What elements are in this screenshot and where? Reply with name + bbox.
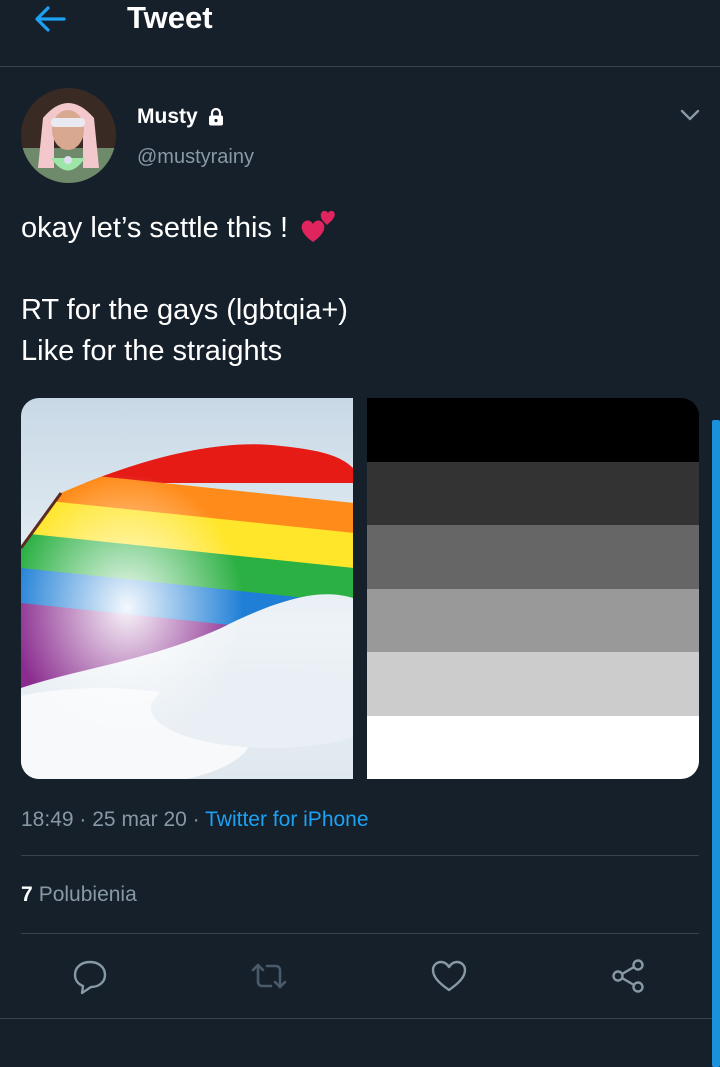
tweet-source-link[interactable]: Twitter for iPhone bbox=[205, 808, 368, 831]
rainbow-flag-image[interactable] bbox=[21, 398, 353, 779]
tweet-time: 18:49 bbox=[21, 808, 74, 831]
tweet-media bbox=[21, 398, 699, 779]
user-handle[interactable]: @mustyrainy bbox=[137, 146, 254, 169]
tweet-line: Like for the straights bbox=[21, 335, 283, 367]
two-hearts-emoji bbox=[301, 210, 335, 242]
tweet-line-text: okay let’s settle this ! bbox=[21, 212, 289, 244]
tweet-timestamp: 18:49 · 25 mar 20 · Twitter for iPhone bbox=[21, 808, 369, 831]
scrollbar[interactable] bbox=[712, 420, 720, 1067]
straight-flag-image[interactable] bbox=[367, 398, 699, 779]
divider bbox=[0, 1018, 720, 1019]
avatar[interactable] bbox=[21, 88, 116, 183]
lock-icon bbox=[208, 107, 223, 126]
display-name-row[interactable]: Musty bbox=[137, 104, 226, 130]
tweet-text: okay let’s settle this ! RT for the gays… bbox=[21, 208, 701, 372]
share-icon[interactable] bbox=[609, 956, 649, 996]
reply-icon[interactable] bbox=[70, 956, 110, 996]
tweet-screen: Tweet Musty @mustyrainy okay let’s settl… bbox=[0, 0, 720, 1067]
divider bbox=[21, 933, 699, 934]
page-title: Tweet bbox=[127, 0, 213, 35]
tweet-date: 25 mar 20 bbox=[92, 808, 187, 831]
back-button[interactable] bbox=[30, 2, 70, 36]
tweet-line: RT for the gays (lgbtqia+) bbox=[21, 294, 348, 326]
top-bar: Tweet bbox=[0, 0, 720, 67]
divider bbox=[21, 855, 699, 856]
display-name: Musty bbox=[137, 105, 198, 128]
likes-count[interactable]: 7 Polubienia bbox=[21, 883, 137, 907]
tweet-line: okay let’s settle this ! bbox=[21, 208, 701, 249]
back-arrow-icon bbox=[35, 6, 66, 32]
retweet-icon[interactable] bbox=[249, 956, 289, 996]
chevron-down-icon[interactable] bbox=[676, 101, 704, 129]
like-icon[interactable] bbox=[429, 956, 469, 996]
